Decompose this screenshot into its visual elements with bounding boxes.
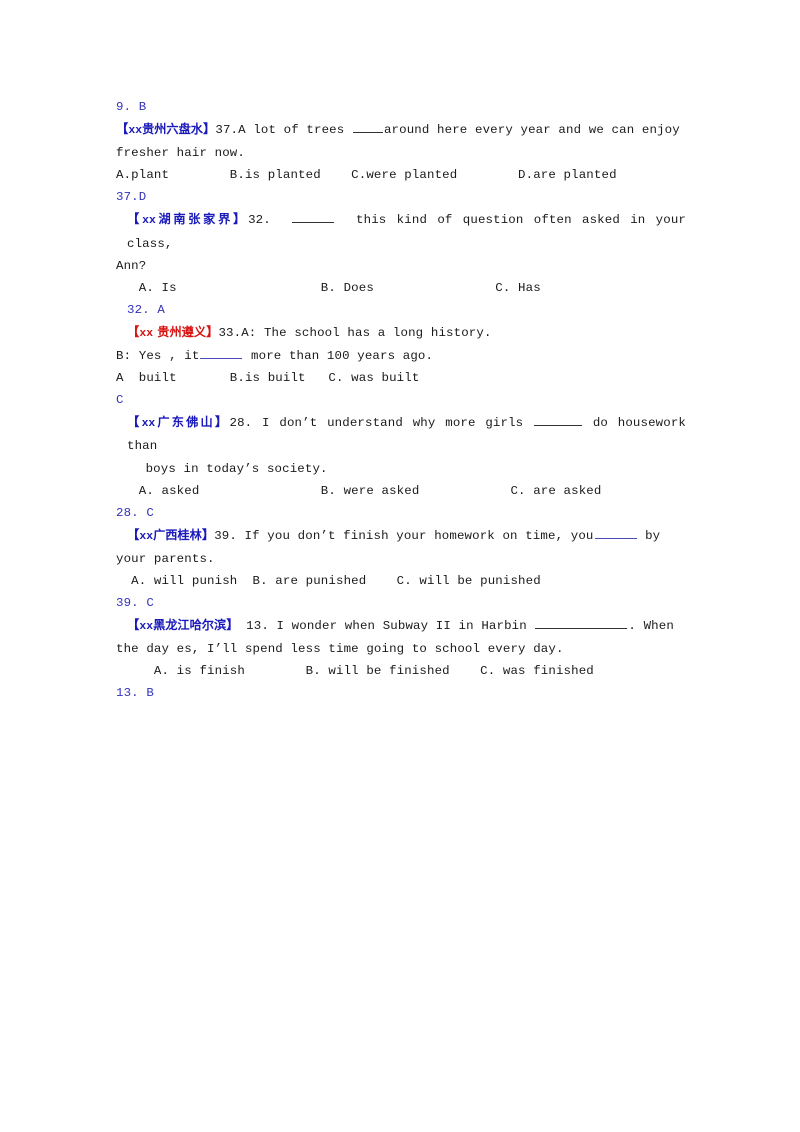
question-options-33: A built B.is built C. was built bbox=[116, 371, 420, 386]
source-tag-33: 【xx 贵州遵义】 bbox=[127, 324, 219, 340]
fill-in-blank-28 bbox=[534, 414, 583, 427]
question-stem-39-b: by bbox=[637, 528, 661, 543]
question-block-39-stem: 【xx广西桂林】39. If you don’t finish your hom… bbox=[116, 524, 686, 548]
question-number-13: 13. bbox=[238, 619, 269, 634]
answer-line-37: 37.D bbox=[116, 190, 147, 205]
question-stem-33-b: B: Yes , it bbox=[116, 349, 200, 364]
answer-line-13: 13. B bbox=[116, 686, 154, 701]
answer-line-28: 28. C bbox=[116, 505, 154, 520]
question-stem-33-line2: B: Yes , it more than 100 years ago. bbox=[116, 345, 686, 367]
question-block-28-stem: 【xx广东佛山】28. I don’t understand why more … bbox=[116, 411, 686, 457]
question-options-28: A. asked B. were asked C. are asked bbox=[116, 483, 602, 498]
question-options-37: A.plant B.is planted C.were planted D.ar… bbox=[116, 168, 617, 183]
question-stem-32-a bbox=[271, 213, 292, 227]
question-stem-13-b: . When bbox=[628, 619, 674, 634]
source-tag-32: 【xx湖南张家界】 bbox=[127, 212, 249, 228]
question-stem-13-line2: the day es, I’ll spend less time going t… bbox=[116, 642, 564, 657]
fill-in-blank-32 bbox=[292, 211, 335, 224]
answer-line-33: C bbox=[116, 393, 124, 408]
fill-in-blank-13 bbox=[535, 617, 628, 630]
source-tag-39: 【xx广西桂林】 bbox=[127, 527, 215, 543]
answer-line-39: 39. C bbox=[116, 596, 154, 611]
document-body: 9. B 【xx贵州六盘水】37.A lot of trees around h… bbox=[116, 96, 686, 705]
question-options-13: A. is finish B. will be finished C. was … bbox=[116, 664, 594, 679]
question-block-32-stem: 【xx湖南张家界】32. this kind of question often… bbox=[116, 208, 686, 254]
question-stem-37-a: A lot of trees bbox=[238, 123, 352, 138]
fill-in-blank-33 bbox=[200, 347, 243, 360]
question-block-37-stem: 【xx贵州六盘水】37.A lot of trees around here e… bbox=[116, 118, 686, 142]
source-tag-28: 【xx广东佛山】 bbox=[127, 415, 230, 431]
question-number-37: 37. bbox=[215, 123, 239, 138]
fill-in-blank-39 bbox=[594, 526, 637, 539]
question-block-33-stem: 【xx 贵州遵义】33.A: The school has a long his… bbox=[116, 321, 686, 345]
question-number-33: 33. bbox=[218, 325, 242, 340]
answer-line-9: 9. B bbox=[116, 100, 147, 114]
question-stem-32-line2: Ann? bbox=[116, 258, 147, 273]
question-stem-28-a: I don’t understand why more girls bbox=[252, 416, 534, 431]
answer-line-32: 32. A bbox=[127, 302, 165, 317]
source-tag-13: 【xx黑龙江哈尔滨】 bbox=[127, 618, 239, 634]
document-page: 9. B 【xx贵州六盘水】37.A lot of trees around h… bbox=[0, 0, 800, 1132]
question-stem-39-line2: your parents. bbox=[116, 551, 215, 566]
question-number-28: 28. bbox=[229, 416, 253, 431]
question-stem-37-b: around here every year and we can enjoy bbox=[383, 123, 680, 138]
question-block-13-stem: 【xx黑龙江哈尔滨】 13. I wonder when Subway II i… bbox=[116, 614, 686, 638]
question-options-32: A. Is B. Does C. Has bbox=[116, 280, 541, 295]
question-stem-28-line2: boys in today’s society. bbox=[138, 461, 328, 476]
question-number-32: 32. bbox=[248, 213, 271, 228]
question-stem-33-c: more than 100 years ago. bbox=[243, 349, 434, 364]
question-number-39: 39. bbox=[214, 528, 237, 543]
fill-in-blank-37 bbox=[352, 121, 383, 134]
question-stem-39-a: If you don’t finish your homework on tim… bbox=[236, 528, 594, 543]
question-stem-13-a: I wonder when Subway II in Harbin bbox=[268, 619, 535, 634]
question-stem-33-a: A: The school has a long history. bbox=[241, 325, 492, 340]
question-stem-37-line2: fresher hair now. bbox=[116, 146, 245, 161]
question-options-39: A. will punish B. are punished C. will b… bbox=[116, 573, 541, 588]
source-tag-37: 【xx贵州六盘水】 bbox=[116, 122, 216, 138]
